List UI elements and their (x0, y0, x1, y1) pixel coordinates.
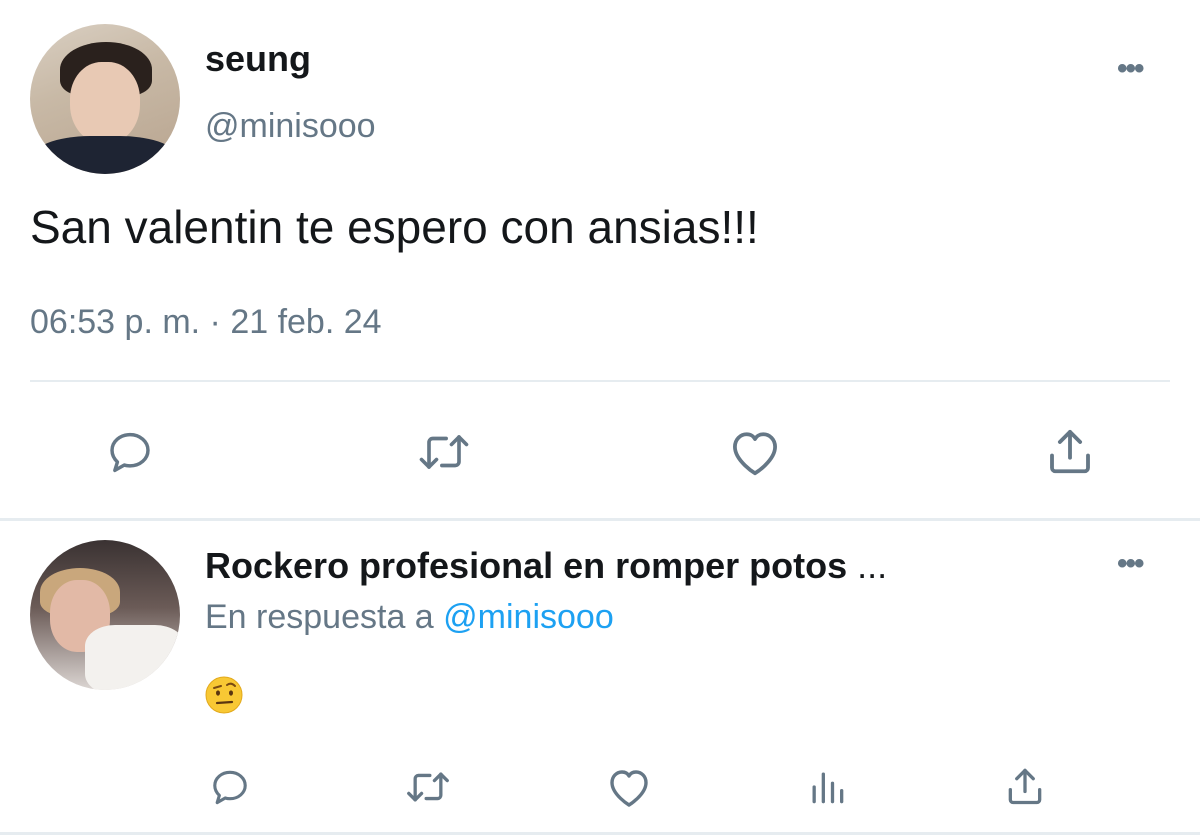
reply-mention-link[interactable]: @minisooo (443, 598, 614, 636)
more-options-icon[interactable]: ••• (1117, 52, 1144, 86)
author-avatar[interactable] (30, 24, 180, 174)
reply-prefix: En respuesta a (205, 598, 434, 636)
reply-author-avatar[interactable] (30, 540, 180, 690)
tweet-timestamp[interactable]: 06:53 p. m. · 21 feb. 24 (30, 303, 382, 342)
share-icon[interactable] (1040, 422, 1100, 480)
author-display-name[interactable]: seung (205, 38, 311, 80)
reply-like-icon[interactable] (604, 764, 654, 810)
retweet-icon[interactable] (412, 424, 476, 480)
reply-share-icon[interactable] (1002, 762, 1048, 810)
like-icon[interactable] (725, 424, 785, 480)
reply-analytics-icon[interactable] (804, 764, 850, 810)
name-truncation: ... (857, 545, 888, 586)
reply-icon[interactable] (102, 424, 158, 480)
reply-retweet-icon[interactable] (400, 764, 456, 810)
main-tweet: seung @minisooo ••• San valentin te espe… (0, 0, 1200, 520)
reply-context: En respuesta a @minisooo (205, 598, 614, 637)
tweet-text: San valentin te espero con ansias!!! (30, 201, 759, 253)
section-divider (0, 518, 1200, 521)
reply-author-name-text[interactable]: Rockero profesional en romper potos (205, 545, 847, 586)
reply-author-display-name[interactable]: Rockero profesional en romper potos ... (205, 545, 887, 587)
reply-more-options-icon[interactable]: ••• (1117, 547, 1144, 581)
reply-reply-icon[interactable] (207, 764, 253, 810)
author-handle[interactable]: @minisooo (205, 107, 376, 146)
divider (30, 380, 1170, 382)
raised-eyebrow-emoji-icon (205, 676, 243, 714)
